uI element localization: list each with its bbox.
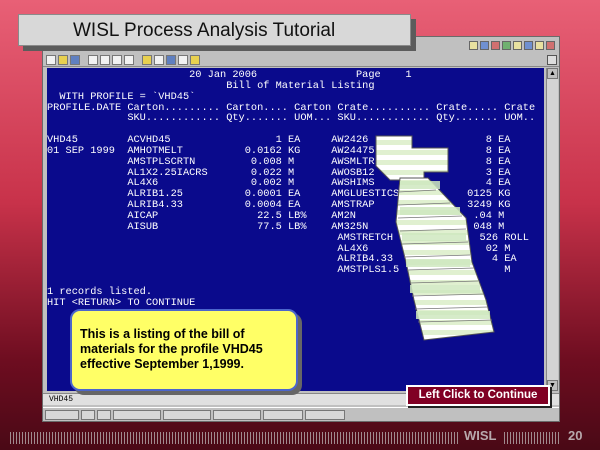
terminal-line: AMSTPLSCRTN 0.008 M AWSMLTRI 8 EA (47, 155, 511, 168)
terminal-line: WITH PROFILE = `VHD45` (47, 90, 196, 103)
find-icon[interactable] (142, 54, 152, 65)
new-icon[interactable] (46, 54, 56, 65)
terminal-line: SKU............ Qty....... UOM... SKU...… (47, 112, 536, 125)
save-icon[interactable] (70, 54, 80, 65)
taskbar-icon[interactable] (97, 409, 111, 420)
continue-button[interactable]: Left Click to Continue (406, 385, 550, 406)
settings-icon[interactable] (524, 40, 533, 50)
footer-decoration-left (10, 432, 458, 444)
status-text: VHD45 (49, 395, 74, 404)
terminal-line: HIT <RETURN> TO CONTINUE (47, 296, 196, 309)
taskbar-task[interactable] (213, 409, 261, 420)
taskbar (43, 407, 559, 421)
footer-label: WISL (464, 428, 497, 443)
connect-icon[interactable] (154, 54, 164, 65)
terminal-line: AMSTPLS1.5 M (47, 264, 511, 277)
stop-icon[interactable] (491, 40, 500, 50)
footer-decoration-right (504, 432, 560, 444)
explanation-note: This is a listing of the bill of materia… (70, 309, 298, 391)
taskbar-task[interactable] (305, 409, 345, 420)
copy-icon[interactable] (513, 40, 522, 50)
cut-icon[interactable] (100, 54, 110, 65)
taskbar-task[interactable] (113, 409, 161, 420)
help-icon[interactable] (190, 54, 200, 65)
macro-icon[interactable] (178, 54, 188, 65)
window-minimize-button[interactable] (547, 54, 557, 65)
taskbar-start-button[interactable] (45, 409, 79, 420)
taskbar-task[interactable] (163, 409, 211, 420)
disconnect-icon[interactable] (166, 54, 176, 65)
copy-icon[interactable] (112, 54, 122, 65)
slide-title: WISL Process Analysis Tutorial (18, 14, 411, 46)
print-icon[interactable] (480, 40, 489, 50)
terminal-line: AMSTRETCH 526 ROLL (47, 231, 529, 244)
open-icon[interactable] (58, 54, 68, 65)
taskbar-task[interactable] (263, 409, 303, 420)
vertical-scrollbar[interactable]: ▲ ▼ (546, 68, 558, 391)
close-icon[interactable] (546, 40, 555, 50)
paste-icon[interactable] (124, 54, 134, 65)
print-icon[interactable] (88, 54, 98, 65)
main-toolbar (43, 53, 559, 67)
slide-number: 20 (568, 428, 583, 443)
folder-icon[interactable] (469, 40, 478, 50)
taskbar-icon[interactable] (81, 409, 95, 420)
refresh-icon[interactable] (502, 40, 511, 50)
help-icon[interactable] (535, 40, 544, 50)
scroll-up-icon[interactable]: ▲ (547, 68, 558, 79)
